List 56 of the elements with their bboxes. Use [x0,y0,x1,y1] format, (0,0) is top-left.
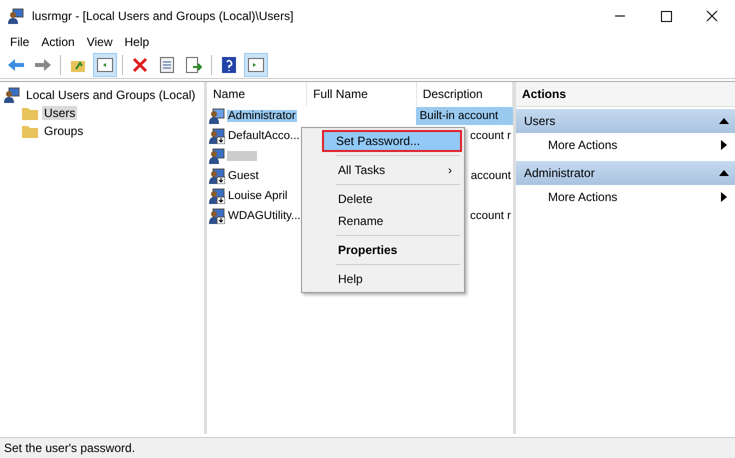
user-name[interactable]: Guest [227,170,260,182]
description-text: Built-in account [420,110,498,122]
submenu-arrow-icon[interactable] [721,140,727,150]
menu-item[interactable]: Rename [304,210,462,232]
action-group-header[interactable]: Administrator [516,161,735,185]
user-name[interactable]: WDAGUtility... [227,210,302,222]
user-icon [209,168,225,184]
user-name[interactable]: Administrator [227,110,297,122]
tree-item[interactable]: Groups [42,124,86,138]
menu-item[interactable]: Properties [304,239,462,261]
action-group-header[interactable]: Users [516,109,735,133]
app-icon [8,8,24,24]
menu-item[interactable]: Action [35,35,81,49]
user-name[interactable]: Louise April [227,190,288,202]
window-title: lusrmgr - [Local Users and Groups (Local)\Users] [32,9,294,23]
collapse-icon[interactable] [719,170,729,176]
menu-item[interactable]: Help [118,35,156,49]
forward-arrow-icon[interactable] [34,58,52,72]
menu-item[interactable]: All Tasks › [304,159,462,181]
description-text: ccount r [470,130,511,142]
menu-item[interactable]: File [4,35,36,49]
collapse-icon[interactable] [719,118,729,124]
export-list-icon[interactable] [186,57,202,73]
back-arrow-icon[interactable] [7,58,25,72]
user-icon [209,188,225,204]
submenu-arrow-icon[interactable] [721,192,727,202]
menu-item[interactable]: Help [304,268,462,290]
folder-icon [22,124,38,138]
user-icon [209,208,225,224]
actions-header: Actions [516,82,735,107]
user-name[interactable]: DefaultAcco... [227,130,301,142]
column-header[interactable]: Full Name [307,82,417,106]
tree-item[interactable]: Local Users and Groups (Local) [24,88,198,102]
submenu-arrow: › [448,163,452,177]
menu-item[interactable]: Delete [304,188,462,210]
tree-item[interactable]: Users [42,106,78,120]
menu-item[interactable]: Set Password... [322,130,462,152]
action-link[interactable]: More Actions [548,138,618,152]
menu-item[interactable]: View [80,35,118,49]
delete-icon[interactable] [132,57,148,73]
user-icon [209,108,225,124]
console-tree-icon[interactable] [97,58,113,72]
folder-icon [22,106,38,120]
action-pane-icon[interactable] [248,58,264,72]
properties-icon[interactable] [160,57,174,73]
blurred-name [227,151,257,161]
column-header[interactable]: Name [207,82,308,106]
help-icon[interactable] [222,57,236,73]
status-text: Set the user's password. [4,441,136,455]
user-icon [209,148,225,164]
column-header[interactable]: Description [416,82,513,106]
description-text: account [470,170,511,182]
description-text: ccount r [470,210,511,222]
action-link[interactable]: More Actions [548,190,618,204]
users-computer-icon [4,87,20,103]
user-icon [209,128,225,144]
